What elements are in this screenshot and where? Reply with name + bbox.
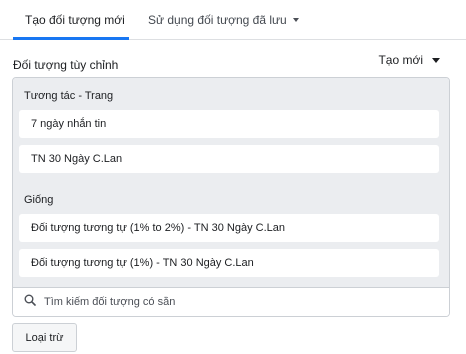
create-new-label: Tạo mới [378, 53, 423, 67]
audience-item[interactable]: 7 ngày nhắn tin [19, 110, 439, 138]
create-new-dropdown[interactable]: Tạo mới [378, 53, 440, 67]
tab-use-saved-audience[interactable]: Sử dụng đối tượng đã lưu [148, 0, 299, 40]
search-bar [13, 287, 449, 316]
section-title: Đối tượng tùy chỉnh [13, 58, 119, 72]
audience-item[interactable]: Đối tượng tương tự (1% to 2%) - TN 30 Ng… [19, 214, 439, 242]
search-input[interactable] [44, 296, 424, 308]
chevron-down-icon [292, 18, 299, 22]
custom-audience-box: Tương tác - Trang 7 ngày nhắn tin TN 30 … [12, 77, 450, 317]
group-label-lookalike: Giống [24, 194, 54, 206]
tab-create-new-audience[interactable]: Tạo đối tượng mới [25, 0, 125, 40]
search-icon [24, 293, 36, 311]
chevron-down-icon [432, 57, 440, 63]
tab-bar: Tạo đối tượng mới Sử dụng đối tượng đã l… [0, 0, 466, 40]
tab-label: Tạo đối tượng mới [25, 13, 125, 27]
active-tab-indicator [13, 37, 129, 40]
selected-audiences: Tương tác - Trang 7 ngày nhắn tin TN 30 … [13, 78, 449, 287]
audience-panel: Tạo đối tượng mới Sử dụng đối tượng đã l… [0, 0, 466, 354]
audience-item[interactable]: Đối tượng tương tự (1%) - TN 30 Ngày C.L… [19, 249, 439, 277]
group-label-engagement: Tương tác - Trang [24, 90, 114, 102]
exclude-button[interactable]: Loại trừ [12, 323, 77, 352]
audience-item[interactable]: TN 30 Ngày C.Lan [19, 145, 439, 173]
tab-label: Sử dụng đối tượng đã lưu [148, 13, 287, 27]
